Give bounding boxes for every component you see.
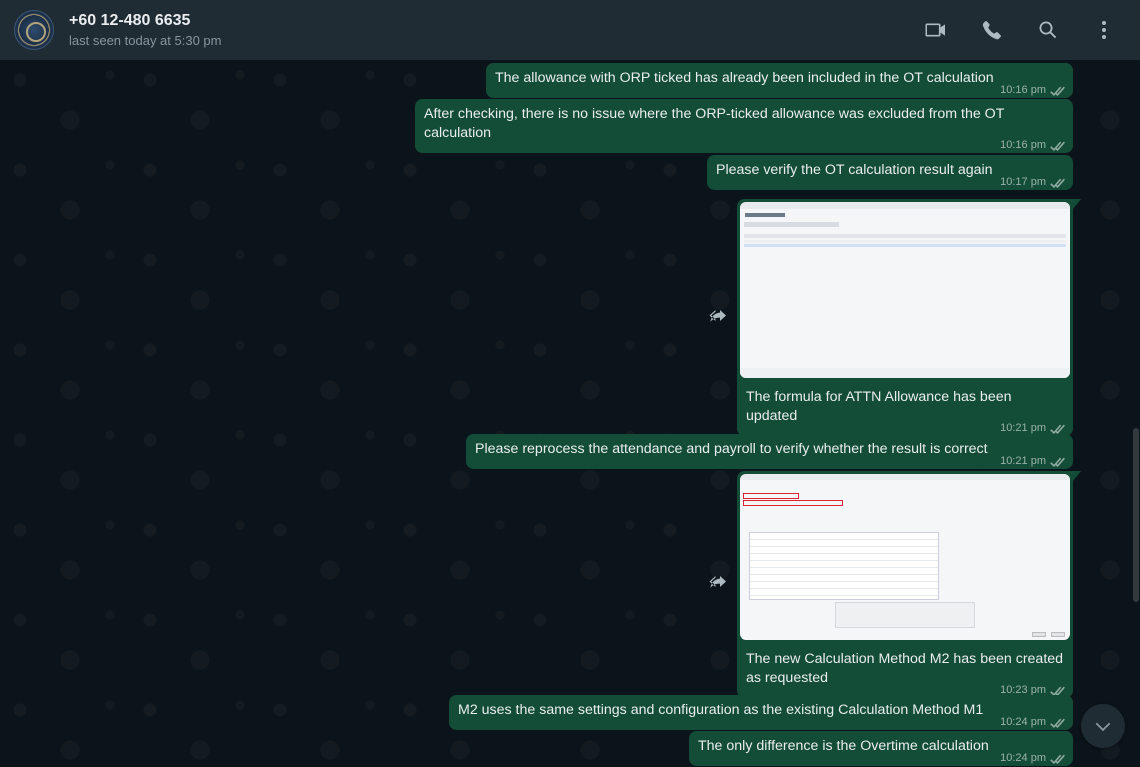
image-caption: The formula for ATTN Allowance has been … [746,389,1012,424]
message-bubble[interactable]: After checking, there is no issue where … [415,99,1073,153]
message-bubble[interactable]: M2 uses the same settings and configurat… [449,695,1073,730]
message-meta: 10:24 pm [1000,749,1065,767]
message-time: 10:16 pm [1000,84,1046,96]
message-meta: 10:24 pm [1000,713,1065,732]
message-meta: 10:17 pm [1000,173,1065,192]
contact-info[interactable]: +60 12-480 6635 last seen today at 5:30 … [69,11,221,50]
message-text: Please reprocess the attendance and payr… [475,441,988,457]
search-button[interactable] [1028,10,1068,50]
contact-avatar[interactable] [14,10,54,50]
message-text: M2 uses the same settings and configurat… [458,702,984,718]
read-ticks-icon [1049,177,1065,188]
message-meta: 10:21 pm [1000,452,1065,471]
message-text: Please verify the OT calculation result … [716,162,993,178]
message-text: The only difference is the Overtime calc… [698,738,989,754]
message-time: 10:21 pm [1000,455,1046,467]
message-text: After checking, there is no issue where … [424,106,1005,141]
read-ticks-icon [1049,140,1065,151]
image-message-bubble[interactable]: The new Calculation Method M2 has been c… [737,471,1081,698]
forward-button[interactable] [706,570,730,594]
voice-call-button[interactable] [972,10,1012,50]
message-text: The allowance with ORP ticked has alread… [495,70,994,86]
image-attachment[interactable] [740,202,1070,378]
read-ticks-icon [1049,85,1065,96]
scrollbar[interactable] [1133,428,1139,602]
image-attachment[interactable] [740,474,1070,640]
video-call-button[interactable] [916,10,956,50]
scroll-to-bottom-button[interactable] [1081,704,1125,748]
read-ticks-icon [1049,753,1065,764]
forward-button[interactable] [706,304,730,328]
video-icon [925,23,945,37]
message-bubble[interactable]: The allowance with ORP ticked has alread… [486,63,1073,98]
chevron-down-icon [1095,722,1111,732]
image-message-bubble[interactable]: The formula for ATTN Allowance has been … [737,199,1081,436]
search-icon [1039,21,1057,39]
header-actions [900,10,1124,50]
phone-icon [982,20,1001,40]
message-bubble[interactable]: Please verify the OT calculation result … [707,155,1073,190]
message-bubble[interactable]: Please reprocess the attendance and payr… [466,434,1073,469]
forward-icon [709,576,726,588]
message-meta: 10:16 pm [1000,136,1065,155]
message-bubble[interactable]: The only difference is the Overtime calc… [689,731,1073,766]
message-time: 10:24 pm [1000,752,1046,764]
menu-button[interactable] [1084,10,1124,50]
read-ticks-icon [1049,423,1065,434]
message-meta: 10:16 pm [1000,81,1065,100]
contact-name: +60 12-480 6635 [69,11,191,29]
contact-status: last seen today at 5:30 pm [69,32,222,48]
message-list[interactable]: The allowance with ORP ticked has alread… [0,60,1140,767]
read-ticks-icon [1049,456,1065,467]
forward-icon [709,310,726,322]
kebab-menu-icon [1102,21,1106,39]
message-time: 10:16 pm [1000,139,1046,151]
message-time: 10:17 pm [1000,176,1046,188]
chat-header: +60 12-480 6635 last seen today at 5:30 … [0,0,1140,60]
message-time: 10:24 pm [1000,716,1046,728]
read-ticks-icon [1049,717,1065,728]
